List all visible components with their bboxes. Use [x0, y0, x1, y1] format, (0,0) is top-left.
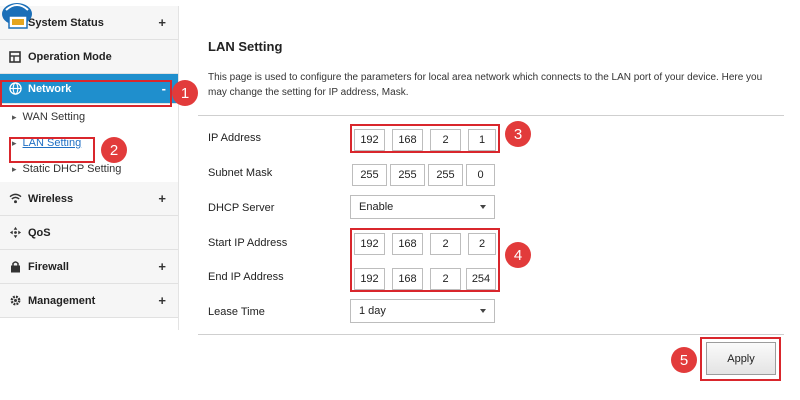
divider [198, 334, 784, 335]
callout-badge-1: 1 [172, 80, 198, 106]
dropdown-caret-icon [480, 205, 486, 209]
expand-icon[interactable]: + [158, 191, 166, 206]
dhcp-server-select[interactable]: Enable [350, 195, 495, 219]
callout-badge-5: 5 [671, 347, 697, 373]
sidebar-subitem-wan-setting[interactable]: ▸ WAN Setting [0, 104, 178, 130]
dhcp-server-value: Enable [359, 201, 394, 213]
callout-badge-4: 4 [505, 242, 531, 268]
sidebar-nav: System Status + Operation Mode Network -… [0, 6, 179, 330]
page-title: LAN Setting [208, 39, 283, 54]
sidebar-item-firewall[interactable]: Firewall + [0, 250, 178, 284]
sidebar-item-label: Management [28, 294, 96, 307]
sidebar-item-label: Operation Mode [28, 50, 112, 63]
subnet-mask-octet-2[interactable]: 255 [390, 164, 425, 186]
callout-box-network [0, 80, 172, 107]
expand-icon[interactable]: + [158, 293, 166, 308]
expand-icon[interactable]: + [158, 15, 166, 30]
sidebar-item-qos[interactable]: QoS [0, 216, 178, 250]
dhcp-server-label: DHCP Server [208, 202, 275, 214]
sidebar-item-label: Firewall [28, 260, 69, 273]
callout-box-ip-range [350, 228, 500, 292]
subnet-mask-octet-1[interactable]: 255 [352, 164, 387, 186]
sidebar-item-label: QoS [28, 226, 51, 239]
callout-badge-3: 3 [505, 121, 531, 147]
page-description: This page is used to configure the param… [208, 72, 763, 98]
bullet-icon: ▸ [12, 163, 17, 174]
sidebar-item-management[interactable]: Management + [0, 284, 178, 318]
mode-icon [6, 50, 24, 63]
subnet-mask-label: Subnet Mask [208, 167, 273, 179]
sidebar-subitem-label: Static DHCP Setting [22, 163, 122, 175]
sidebar-item-label: Wireless [28, 192, 74, 205]
sidebar-subitem-label: WAN Setting [22, 111, 86, 123]
wifi-icon [6, 193, 24, 204]
sidebar-item-operation-mode[interactable]: Operation Mode [0, 40, 178, 74]
callout-badge-2: 2 [101, 137, 127, 163]
end-ip-label: End IP Address [208, 271, 284, 283]
callout-box-lan-setting [9, 137, 95, 163]
lease-time-select[interactable]: 1 day [350, 299, 495, 323]
start-ip-label: Start IP Address [208, 237, 288, 249]
divider [198, 115, 784, 116]
ip-address-label: IP Address [208, 132, 261, 144]
qos-icon [6, 226, 24, 239]
subnet-mask-octet-4[interactable]: 0 [466, 164, 495, 186]
lock-icon [6, 260, 24, 273]
lease-time-value: 1 day [359, 305, 386, 317]
sidebar-item-label: System Status [28, 16, 104, 29]
gear-icon [6, 294, 24, 307]
sidebar-item-wireless[interactable]: Wireless + [0, 182, 178, 216]
expand-icon[interactable]: + [158, 259, 166, 274]
bullet-icon: ▸ [12, 111, 17, 122]
dropdown-caret-icon [480, 309, 486, 313]
subnet-mask-octet-3[interactable]: 255 [428, 164, 463, 186]
brand-logo [2, 3, 32, 29]
callout-box-apply [700, 337, 781, 381]
lease-time-label: Lease Time [208, 306, 265, 318]
callout-box-ip-address [350, 124, 500, 153]
